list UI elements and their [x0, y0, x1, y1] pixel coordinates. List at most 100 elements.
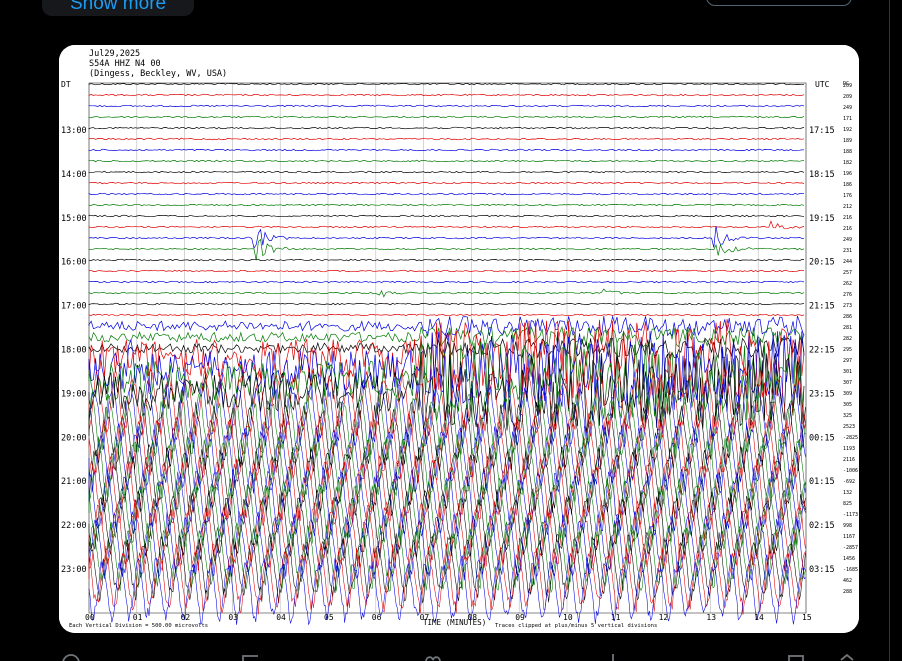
x-tick-label: 01	[133, 613, 143, 622]
right-hour-label: 21:15	[809, 302, 835, 312]
trace-offset-label: 132	[843, 490, 852, 496]
right-hour-label: 03:15	[809, 565, 835, 575]
analytics-icon	[612, 654, 614, 661]
post-action-bar	[0, 648, 902, 661]
trace-offset-label: 305	[843, 402, 852, 408]
x-tick-label: 00	[85, 613, 95, 622]
trace-offset-label: 216	[843, 215, 852, 221]
right-hour-label: 02:15	[809, 521, 835, 531]
left-hour-label: 21:00	[61, 477, 87, 487]
trace-offset-label: 249	[843, 237, 852, 243]
follow-button[interactable]	[706, 0, 852, 6]
trace-offset-label: 273	[843, 303, 852, 309]
left-hour-label: 13:00	[61, 126, 87, 136]
x-tick-label: 12	[659, 613, 669, 622]
trace-offset-label: 1456	[843, 556, 855, 562]
trace-offset-label: 209	[843, 94, 852, 100]
x-tick-label: 05	[324, 613, 334, 622]
trace-offset-label: 2523	[843, 424, 855, 430]
trace-offset-label: 212	[843, 204, 852, 210]
post-image-seismogram[interactable]: Jul29,2025 S54A HHZ N4 00 (Dingess, Beck…	[59, 45, 859, 633]
left-hour-label: 14:00	[61, 170, 87, 180]
x-tick-label: 15	[802, 613, 812, 622]
share-button[interactable]	[836, 648, 858, 661]
x-tick-label: 02	[181, 613, 191, 622]
trace-offset-label: 209	[843, 83, 852, 89]
trace-offset-label: -1006	[843, 468, 858, 474]
x-tick-label: 03	[228, 613, 238, 622]
right-timezone-label: UTC	[815, 80, 830, 89]
left-hour-label: 18:00	[61, 346, 87, 356]
left-hour-label: 15:00	[61, 214, 87, 224]
left-hour-label: 23:00	[61, 565, 87, 575]
trace-offset-label: 188	[843, 149, 852, 155]
like-button[interactable]	[422, 648, 444, 661]
show-more-label: Show more	[70, 0, 167, 14]
station-location: (Dingess, Beckley, WV, USA)	[89, 69, 227, 79]
bookmark-icon	[788, 655, 804, 661]
x-tick-label: 13	[706, 613, 716, 622]
trace-offset-label: 249	[843, 105, 852, 111]
trace-offset-label: 2116	[843, 457, 855, 463]
right-hour-label: 00:15	[809, 433, 835, 443]
division-note: Each Vertical Division = 500.00 microvol…	[69, 623, 208, 629]
left-hour-label: 22:00	[61, 521, 87, 531]
trace-offset-label: -1685	[843, 567, 858, 573]
trace-offset-label: 182	[843, 160, 852, 166]
trace-offset-label: 288	[843, 589, 852, 595]
trace-offset-label: 231	[843, 248, 852, 254]
x-axis-label: TIME (MINUTES)	[423, 618, 486, 627]
reply-button[interactable]	[60, 648, 82, 661]
right-hour-label: 18:15	[809, 170, 835, 180]
trace-offset-label: 1193	[843, 446, 855, 452]
x-tick-label: 11	[611, 613, 621, 622]
station-code: S54A HHZ N4 00	[89, 59, 161, 69]
seismogram-date: Jul29,2025	[89, 49, 140, 59]
seismogram-plot: Jul29,2025 S54A HHZ N4 00 (Dingess, Beck…	[59, 45, 859, 633]
right-hour-label: 17:15	[809, 126, 835, 136]
heart-icon	[425, 656, 441, 661]
x-tick-label: 04	[276, 613, 286, 622]
show-more-button[interactable]: Show more	[42, 0, 194, 16]
trace-offset-label: 257	[843, 270, 852, 276]
trace-offset-label: 171	[843, 116, 852, 122]
left-hour-label: 17:00	[61, 302, 87, 312]
x-tick-label: 14	[754, 613, 764, 622]
trace-offset-label: 176	[843, 193, 852, 199]
x-tick-label: 10	[563, 613, 573, 622]
trace-offset-label: 325	[843, 413, 852, 419]
left-timezone-label: DT	[61, 80, 71, 89]
trace-offset-label: 286	[843, 314, 852, 320]
trace-offset-label: -2857	[843, 545, 858, 551]
right-hour-label: 23:15	[809, 389, 835, 399]
trace-offset-label: 282	[843, 336, 852, 342]
trace-offset-label: 1167	[843, 534, 855, 540]
views-button[interactable]	[602, 648, 624, 661]
trace-offset-label: 307	[843, 380, 852, 386]
left-hour-label: 16:00	[61, 258, 87, 268]
trace-offset-label: 196	[843, 171, 852, 177]
trace-offset-label: 262	[843, 281, 852, 287]
trace-offset-label: -1173	[843, 512, 858, 518]
trace-offset-label: 998	[843, 523, 852, 529]
trace-offset-label: 281	[843, 325, 852, 331]
left-hour-label: 19:00	[61, 389, 87, 399]
trace-offset-label: 186	[843, 182, 852, 188]
post-header-fragment: Show more	[0, 0, 902, 40]
trace-offset-label: 309	[843, 391, 852, 397]
right-hour-label: 22:15	[809, 346, 835, 356]
right-hour-label: 20:15	[809, 258, 835, 268]
right-hour-label: 19:15	[809, 214, 835, 224]
trace-offset-label: -692	[843, 479, 855, 485]
bookmark-button[interactable]	[786, 648, 808, 661]
timeline-divider	[889, 0, 890, 661]
trace-offset-label: 297	[843, 358, 852, 364]
share-icon	[840, 653, 854, 661]
trace-offset-label: 295	[843, 347, 852, 353]
repost-button[interactable]	[240, 648, 262, 661]
trace-offset-label: 192	[843, 127, 852, 133]
repost-icon	[242, 655, 258, 661]
trace-offset-label: 825	[843, 501, 852, 507]
trace-offset-label: 216	[843, 226, 852, 232]
x-tick-label: 06	[372, 613, 382, 622]
